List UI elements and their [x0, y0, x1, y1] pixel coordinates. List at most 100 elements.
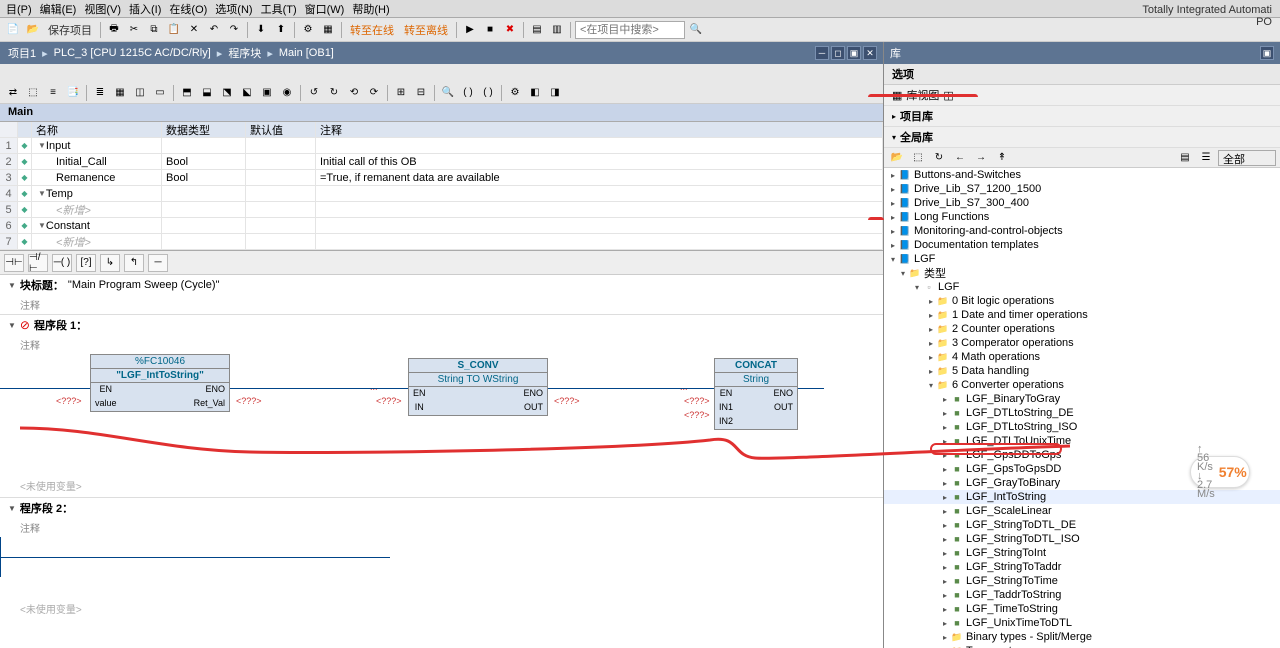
go-offline-button[interactable]: 转至离线: [400, 22, 452, 38]
et-icon[interactable]: ⬒: [178, 84, 196, 102]
lib-view-icon[interactable]: ▦: [892, 89, 902, 102]
start-icon[interactable]: ▶: [461, 21, 479, 39]
et-icon[interactable]: ▭: [151, 84, 169, 102]
lib-open-icon[interactable]: ⬚: [909, 149, 927, 167]
et-icon[interactable]: 📑: [64, 84, 82, 102]
split-h-icon[interactable]: ▤: [528, 21, 546, 39]
et-icon[interactable]: ⬕: [238, 84, 256, 102]
block-s-conv[interactable]: S_CONV String TO WString ENIN ENOOUT: [408, 358, 548, 416]
tree-node[interactable]: ▸■LGF_DTLtoString_DE: [884, 406, 1280, 420]
branch-open-icon[interactable]: ↳: [100, 254, 120, 272]
et-icon[interactable]: ( ): [459, 84, 477, 102]
tree-node[interactable]: ▸📘Drive_Lib_S7_300_400: [884, 196, 1280, 210]
tree-node[interactable]: ▸■LGF_IntToString: [884, 490, 1280, 504]
et-icon[interactable]: ◧: [526, 84, 544, 102]
tree-node[interactable]: ▸■LGF_UnixTimeToDTL: [884, 616, 1280, 630]
delete-icon[interactable]: ✕: [185, 21, 203, 39]
lib-view2-icon[interactable]: ☰: [1197, 149, 1215, 167]
contact-no-icon[interactable]: ⊣⊢: [4, 254, 24, 272]
tree-node[interactable]: ▸📁Binary types - Split/Merge: [884, 630, 1280, 644]
lib-view1-icon[interactable]: ▤: [1176, 149, 1194, 167]
tree-node[interactable]: ▸■LGF_TimeToString: [884, 602, 1280, 616]
restore-icon[interactable]: ◻: [831, 46, 845, 60]
menu-file[interactable]: 目(P): [2, 1, 36, 17]
segment-2-title[interactable]: 程序段 2：: [20, 500, 73, 516]
menu-window[interactable]: 窗口(W): [301, 1, 349, 17]
menu-options[interactable]: 选项(N): [211, 1, 256, 17]
compile-icon[interactable]: ⚙: [299, 21, 317, 39]
block-concat[interactable]: CONCAT String ENIN1IN2 ENOOUT: [714, 358, 798, 430]
decl-row[interactable]: 6◆▼ Constant: [0, 218, 883, 234]
tree-node[interactable]: ▸📁5 Data handling: [884, 364, 1280, 378]
split-v-icon[interactable]: ▥: [548, 21, 566, 39]
tree-node[interactable]: ▾📘LGF: [884, 252, 1280, 266]
close-editor-icon[interactable]: ✕: [863, 46, 877, 60]
coil-icon[interactable]: ─( ): [52, 254, 72, 272]
block-title[interactable]: "Main Program Sweep (Cycle)": [68, 279, 219, 291]
tree-node[interactable]: ▸■LGF_DTLToUnixTime: [884, 434, 1280, 448]
tree-node[interactable]: ▾▫LGF: [884, 280, 1280, 294]
tree-node[interactable]: ▸■LGF_StringToTaddr: [884, 560, 1280, 574]
save-button[interactable]: 保存项目: [44, 22, 96, 38]
menu-edit[interactable]: 编辑(E): [36, 1, 81, 17]
download-icon[interactable]: ⬇: [252, 21, 270, 39]
close-icon[interactable]: ✖: [501, 21, 519, 39]
et-icon[interactable]: ⬔: [218, 84, 236, 102]
tree-node[interactable]: ▸■LGF_StringToDTL_ISO: [884, 532, 1280, 546]
tree-node[interactable]: ▸📘Buttons-and-Switches: [884, 168, 1280, 182]
segment-2-comment[interactable]: 注释: [0, 518, 883, 537]
et-icon[interactable]: ⚙: [506, 84, 524, 102]
tree-node[interactable]: ▾📁类型: [884, 266, 1280, 280]
block-comment[interactable]: 注释: [0, 295, 883, 314]
tree-node[interactable]: ▸📁2 Counter operations: [884, 322, 1280, 336]
new-icon[interactable]: 📄: [4, 21, 22, 39]
et-icon[interactable]: ▣: [258, 84, 276, 102]
maximize-icon[interactable]: ▣: [847, 46, 861, 60]
search-input[interactable]: [575, 21, 685, 39]
segment-2-body[interactable]: [0, 537, 883, 597]
et-icon[interactable]: ⇄: [4, 84, 22, 102]
lib-fwd-icon[interactable]: →: [972, 149, 990, 167]
lib-new-icon[interactable]: 📂: [888, 149, 906, 167]
tree-node[interactable]: ▸📁4 Math operations: [884, 350, 1280, 364]
et-icon[interactable]: ⟳: [365, 84, 383, 102]
tree-node[interactable]: ▸■LGF_StringToTime: [884, 574, 1280, 588]
print-icon[interactable]: 🖶: [105, 21, 123, 39]
copy-icon[interactable]: ⧉: [145, 21, 163, 39]
collapse-icon[interactable]: ▾: [892, 133, 896, 142]
menu-help[interactable]: 帮助(H): [348, 1, 393, 17]
et-icon[interactable]: ◉: [278, 84, 296, 102]
menu-online[interactable]: 在线(O): [165, 1, 211, 17]
et-icon[interactable]: ⬚: [24, 84, 42, 102]
menu-tools[interactable]: 工具(T): [257, 1, 301, 17]
et-icon[interactable]: ⬓: [198, 84, 216, 102]
tree-node[interactable]: ▸📘Long Functions: [884, 210, 1280, 224]
tree-node[interactable]: ▸■LGF_BinaryToGray: [884, 392, 1280, 406]
decl-row[interactable]: 7◆<新增>: [0, 234, 883, 250]
expand-icon[interactable]: ▸: [892, 112, 896, 121]
rung-icon[interactable]: ─: [148, 254, 168, 272]
branch-close-icon[interactable]: ↰: [124, 254, 144, 272]
lib-back-icon[interactable]: ←: [951, 149, 969, 167]
lib-view-toggle-icon[interactable]: ◫: [943, 89, 953, 102]
open-icon[interactable]: 📂: [24, 21, 42, 39]
lib-refresh-icon[interactable]: ↻: [930, 149, 948, 167]
et-icon[interactable]: 🔍: [439, 84, 457, 102]
tree-node[interactable]: ▸📘Monitoring-and-control-objects: [884, 224, 1280, 238]
et-icon[interactable]: ▦: [111, 84, 129, 102]
decl-row[interactable]: 3◆RemanenceBool=True, if remanent data a…: [0, 170, 883, 186]
tree-node[interactable]: ▸■LGF_StringToDTL_DE: [884, 518, 1280, 532]
tree-node[interactable]: ▸📘Documentation templates: [884, 238, 1280, 252]
undo-icon[interactable]: ↶: [205, 21, 223, 39]
segment-1-comment[interactable]: 注释: [0, 335, 883, 354]
cut-icon[interactable]: ✂: [125, 21, 143, 39]
et-icon[interactable]: ◫: [131, 84, 149, 102]
et-icon[interactable]: ≡: [44, 84, 62, 102]
project-lib-header[interactable]: 项目库: [900, 108, 933, 124]
paste-icon[interactable]: 📋: [165, 21, 183, 39]
segment-1-title[interactable]: 程序段 1：: [34, 317, 87, 333]
search-go-icon[interactable]: 🔍: [687, 21, 705, 39]
stop-icon[interactable]: ■: [481, 21, 499, 39]
decl-row[interactable]: 2◆Initial_CallBoolInitial call of this O…: [0, 154, 883, 170]
device-icon[interactable]: ▦: [319, 21, 337, 39]
